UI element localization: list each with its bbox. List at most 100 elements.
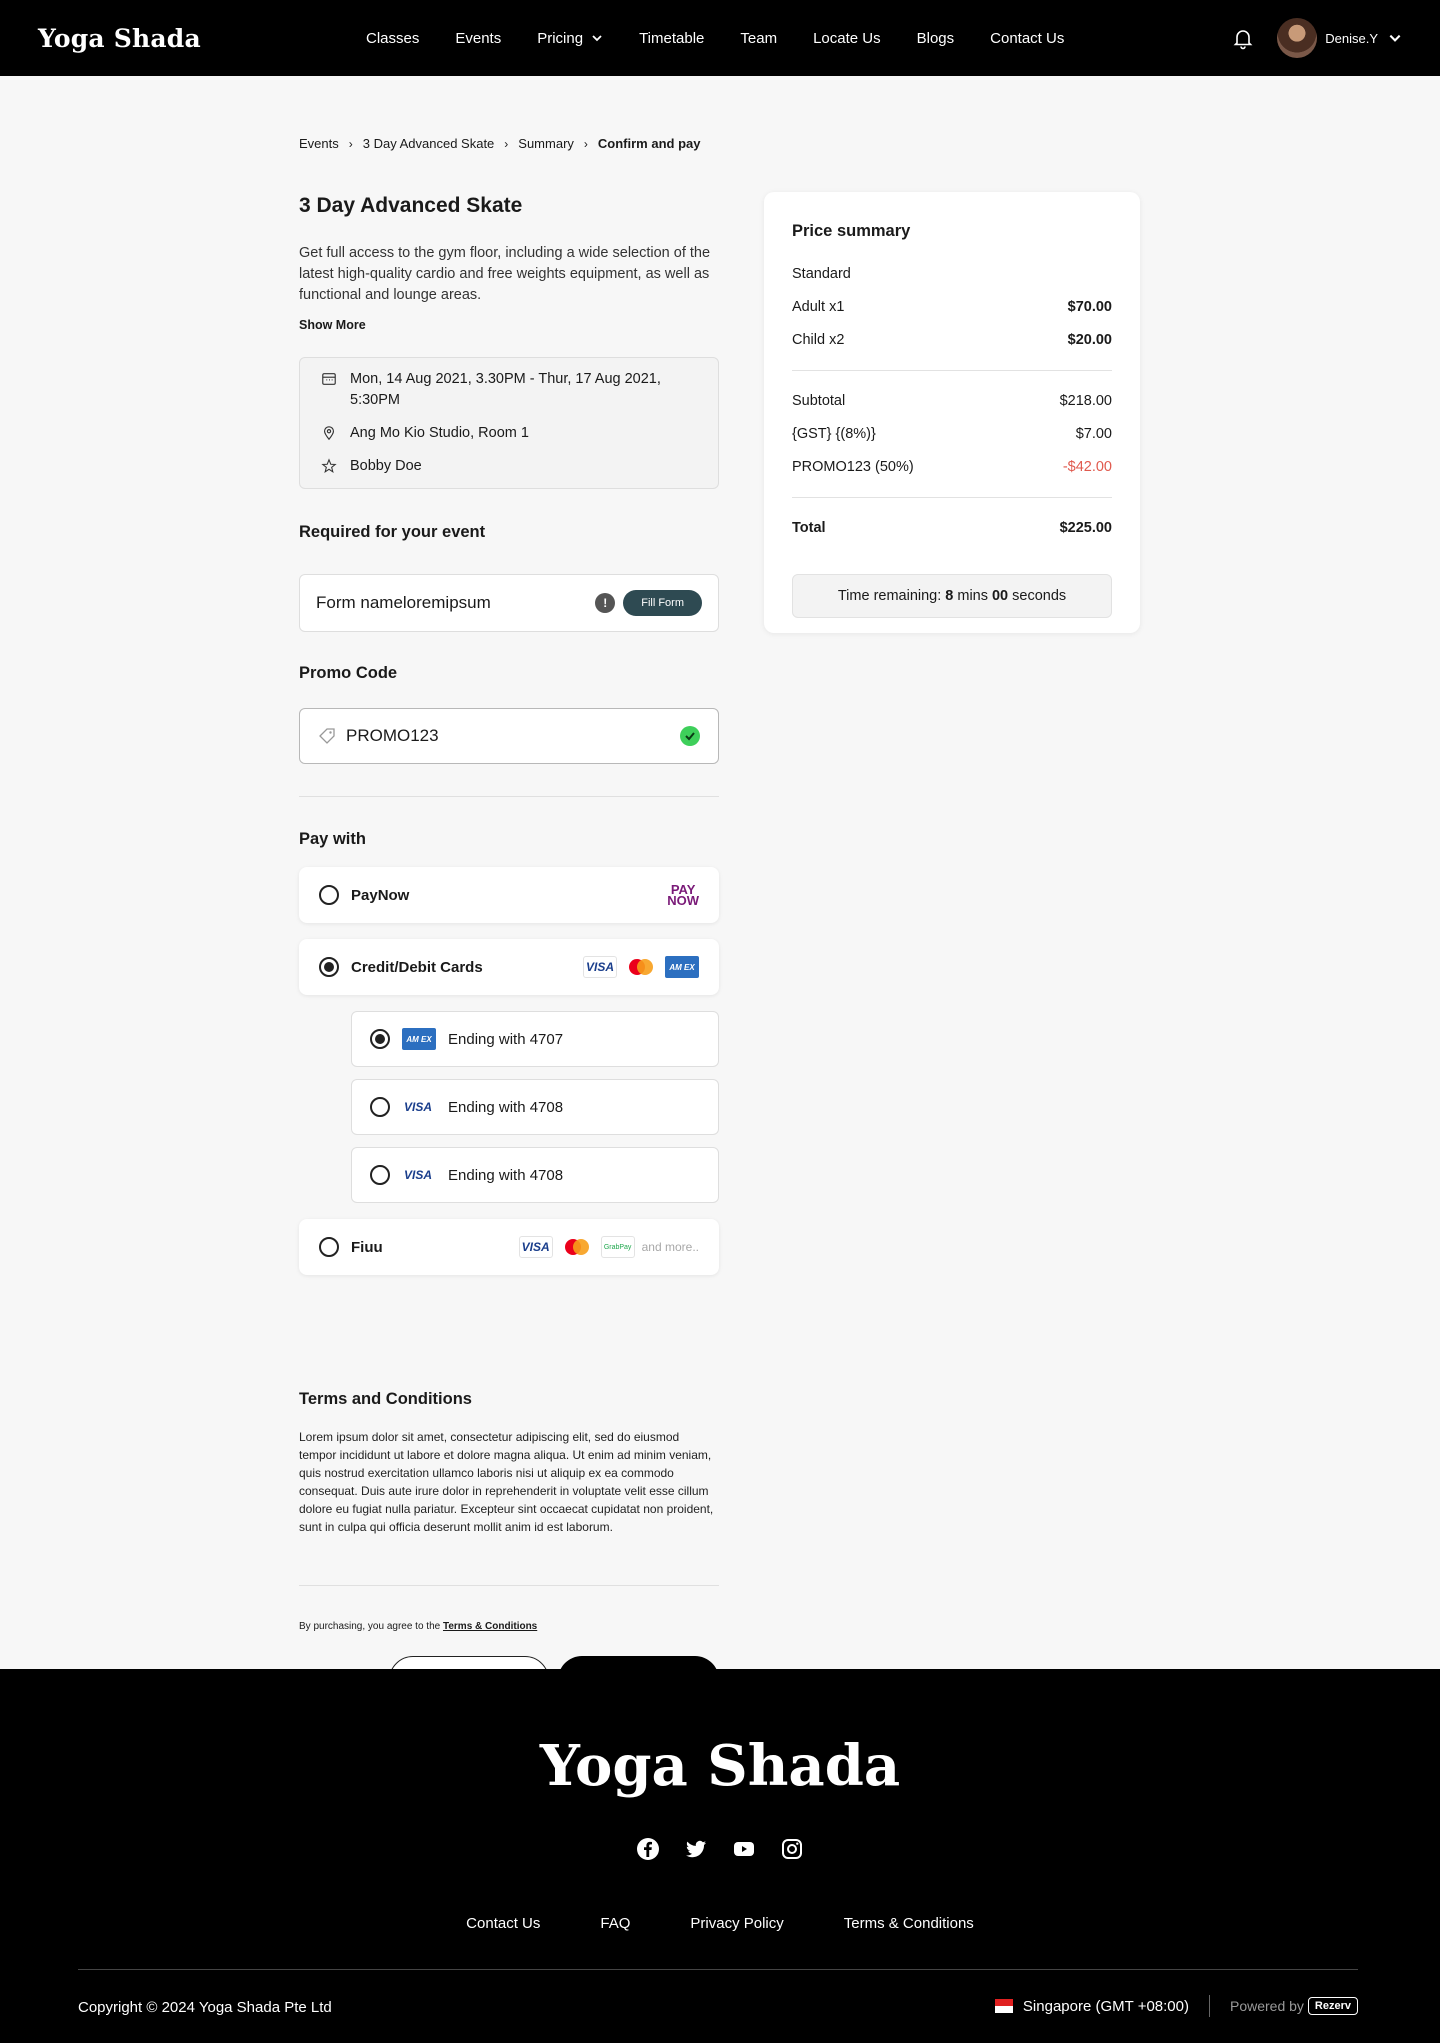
paynow-option[interactable]: PayNow PAY NOW <box>299 867 719 923</box>
footer: Yoga Shada Contact Us FAQ Privacy Policy… <box>0 1669 1440 2043</box>
chevron-right-icon: › <box>504 136 509 151</box>
avatar[interactable] <box>1277 18 1318 58</box>
nav-events[interactable]: Events <box>455 30 501 47</box>
show-more-link[interactable]: Show More <box>299 318 366 332</box>
copyright: Copyright © 2024 Yoga Shada Pte Ltd <box>78 1999 332 2016</box>
social-links <box>0 1837 1440 1861</box>
fiuu-label: Fiuu <box>351 1238 383 1256</box>
form-name: Form nameloremipsum <box>316 593 491 612</box>
promo-code-input[interactable]: PROMO123 <box>346 726 680 746</box>
region-selector[interactable]: Singapore (GMT +08:00) <box>1023 1998 1189 2015</box>
fiuu-radio[interactable] <box>319 1237 339 1257</box>
timer-secs: 00 <box>991 588 1009 604</box>
calendar-icon <box>322 373 336 385</box>
card-option[interactable]: Credit/Debit Cards VISA AM EX <box>299 939 719 995</box>
event-datetime-row: Mon, 14 Aug 2021, 3.30PM - Thur, 17 Aug … <box>320 369 698 411</box>
child-price: $20.00 <box>1067 332 1112 348</box>
total-label: Total <box>792 520 826 536</box>
nav-links: Classes Events Pricing Timetable Team Lo… <box>366 0 1100 76</box>
nav-timetable[interactable]: Timetable <box>639 30 704 47</box>
user-name[interactable]: Denise.Y <box>1325 31 1378 46</box>
visa-logo-text: VISA <box>585 960 614 974</box>
paynow-label: PayNow <box>351 886 410 904</box>
time-remaining: Time remaining: 8 mins 00 seconds <box>792 574 1112 618</box>
ticket-type-label: Standard <box>792 266 851 282</box>
pay-section-title: Pay with <box>299 830 366 848</box>
fill-form-button[interactable]: Fill Form <box>623 590 702 616</box>
rezerv-logo[interactable]: Rezerv <box>1307 1997 1358 2015</box>
promo-row: PROMO123 (50%) -$42.00 <box>792 459 1112 475</box>
saved-card-radio[interactable] <box>370 1029 390 1049</box>
footer-logo[interactable]: Yoga Shada <box>0 1733 1440 1799</box>
gst-label: {GST} {(8%)} <box>792 426 876 442</box>
nav-blogs[interactable]: Blogs <box>917 30 955 47</box>
instagram-icon[interactable] <box>780 1837 804 1861</box>
paynow-radio[interactable] <box>319 885 339 905</box>
user-area: Denise.Y <box>1231 18 1402 58</box>
terms-link[interactable]: Terms & Conditions <box>443 1621 537 1632</box>
breadcrumb-summary[interactable]: Summary <box>518 136 574 151</box>
saved-card-label: Ending with 4708 <box>448 1098 564 1116</box>
chevron-down-icon <box>592 35 602 42</box>
saved-card-item[interactable]: VISA Ending with 4708 <box>351 1079 719 1135</box>
promo-section-title: Promo Code <box>299 664 398 682</box>
promo-code-field[interactable]: PROMO123 <box>299 708 719 764</box>
promo-label: PROMO123 (50%) <box>792 459 914 475</box>
terms-section-title: Terms and Conditions <box>299 1390 472 1408</box>
timer-mins: 8 <box>945 588 954 604</box>
star-person-icon <box>321 458 337 473</box>
nav-classes[interactable]: Classes <box>366 30 419 47</box>
saved-card-radio[interactable] <box>370 1165 390 1185</box>
main-content: Events › 3 Day Advanced Skate › Summary … <box>0 76 1440 1704</box>
gst-row: {GST} {(8%)} $7.00 <box>792 426 1112 442</box>
bell-icon[interactable] <box>1231 26 1255 50</box>
divider <box>299 796 719 797</box>
nav-team[interactable]: Team <box>740 30 777 47</box>
divider <box>792 370 1112 371</box>
footer-contact-us[interactable]: Contact Us <box>466 1915 540 1932</box>
child-row: Child x2 $20.00 <box>792 332 1112 348</box>
twitter-icon[interactable] <box>684 1837 708 1861</box>
card-radio[interactable] <box>319 957 339 977</box>
promo-value: -$42.00 <box>1062 459 1112 475</box>
fiuu-option[interactable]: Fiuu VISA GrabPay and more.. <box>299 1219 719 1275</box>
event-instructor-row: Bobby Doe <box>320 456 698 477</box>
visa-logo: VISA <box>404 1100 433 1114</box>
agree-text: By purchasing, you agree to the Terms & … <box>299 1621 537 1632</box>
mastercard-logo <box>624 956 658 978</box>
child-label: Child x2 <box>792 332 845 348</box>
timer-mins-label: mins <box>957 588 988 604</box>
youtube-icon[interactable] <box>732 1837 756 1861</box>
saved-card-item[interactable]: AM EX Ending with 4707 <box>351 1011 719 1067</box>
nav-pricing[interactable]: Pricing <box>537 30 603 47</box>
card-logos: VISA AM EX <box>583 956 699 978</box>
and-more-text: and more.. <box>641 1240 699 1254</box>
nav-contact-us[interactable]: Contact Us <box>990 30 1064 47</box>
powered-by: Powered by <box>1229 1998 1304 2014</box>
card-label: Credit/Debit Cards <box>351 958 483 976</box>
facebook-icon[interactable] <box>636 1837 660 1861</box>
saved-card-radio[interactable] <box>370 1097 390 1117</box>
warning-icon: ! <box>595 593 616 613</box>
footer-privacy-policy[interactable]: Privacy Policy <box>690 1915 783 1932</box>
footer-meta: Singapore (GMT +08:00) Powered by Rezerv <box>994 1995 1358 2017</box>
agree-prefix: By purchasing, you agree to the <box>299 1621 441 1632</box>
adult-price: $70.00 <box>1067 299 1112 315</box>
adult-label: Adult x1 <box>792 299 845 315</box>
breadcrumb-events[interactable]: Events <box>299 136 339 151</box>
nav-locate-us[interactable]: Locate Us <box>813 30 881 47</box>
saved-card-item[interactable]: VISA Ending with 4708 <box>351 1147 719 1203</box>
chevron-down-icon[interactable] <box>1388 31 1402 45</box>
footer-terms[interactable]: Terms & Conditions <box>844 1915 974 1932</box>
breadcrumb-event[interactable]: 3 Day Advanced Skate <box>363 136 495 151</box>
event-instructor: Bobby Doe <box>350 458 422 474</box>
divider <box>792 497 1112 498</box>
event-location-row: Ang Mo Kio Studio, Room 1 <box>320 423 698 444</box>
amex-logo: AM EX <box>665 956 699 978</box>
saved-card-label: Ending with 4707 <box>448 1030 564 1048</box>
footer-faq[interactable]: FAQ <box>600 1915 630 1932</box>
required-section-title: Required for your event <box>299 523 486 541</box>
brand-logo[interactable]: Yoga Shada <box>38 24 201 53</box>
adult-row: Adult x1 $70.00 <box>792 299 1112 315</box>
tag-icon <box>319 728 335 744</box>
